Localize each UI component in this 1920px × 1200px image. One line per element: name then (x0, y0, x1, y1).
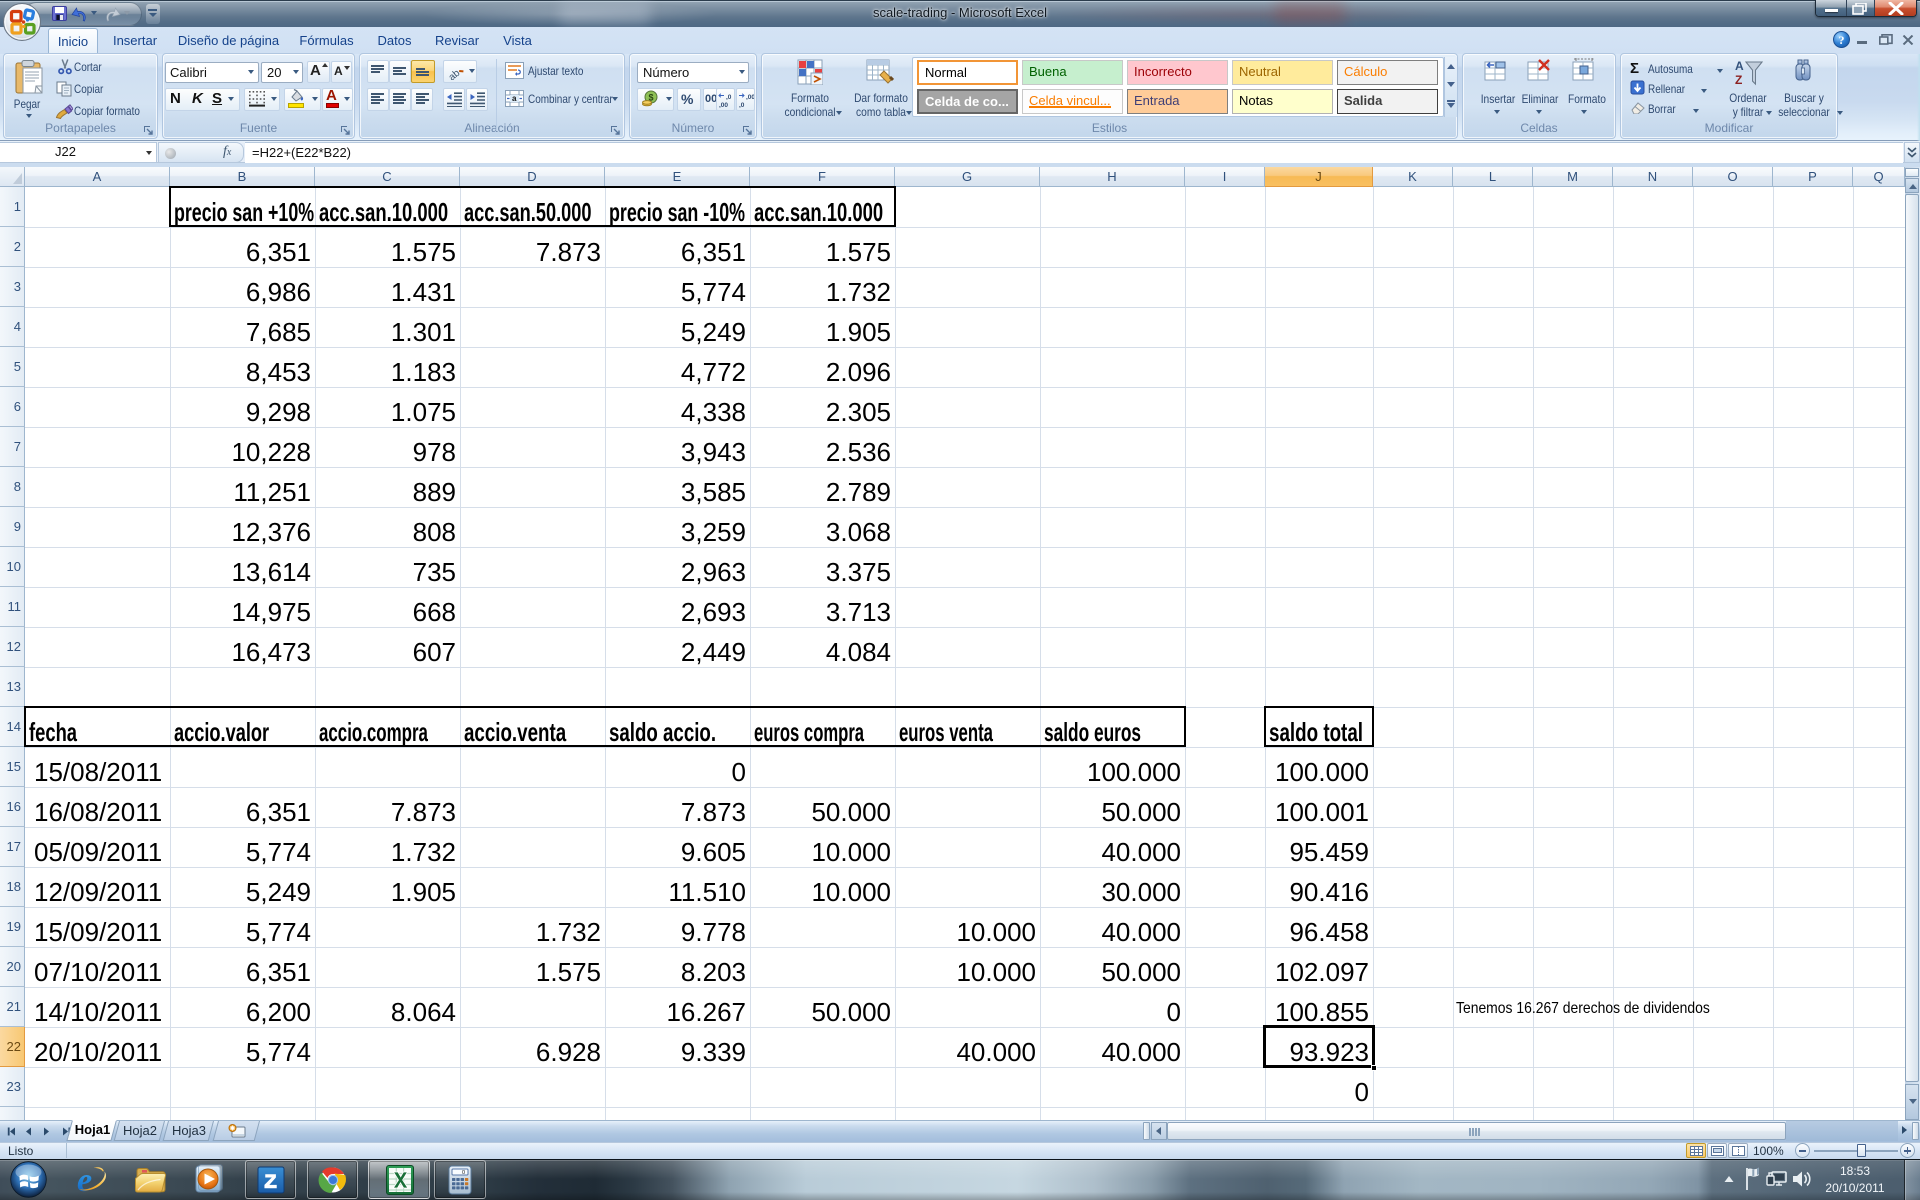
svg-text:0: 0 (462, 1170, 465, 1176)
svg-text:,00: ,00 (719, 102, 728, 108)
svg-text:e: e (77, 1162, 92, 1199)
svg-text:A: A (1735, 59, 1744, 73)
svg-text:,00: ,00 (746, 94, 754, 101)
svg-text:Z: Z (1735, 73, 1742, 87)
svg-text:,0: ,0 (739, 102, 745, 108)
svg-text:,0: ,0 (726, 94, 732, 101)
svg-text:a: a (512, 94, 517, 103)
svg-text:ab: ab (447, 67, 463, 80)
svg-text:?: ? (1839, 33, 1845, 47)
